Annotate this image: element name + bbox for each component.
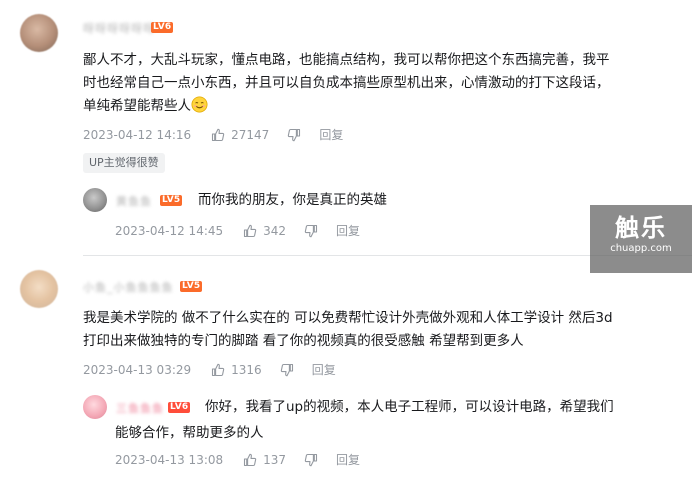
comment-text-line: 我是美术学院的 做不了什么实在的 可以免费帮忙设计外壳做外观和人体工学设计 然后… xyxy=(83,310,613,326)
comment-text-line: 鄙人不才，大乱斗玩家，懂点电路，也能搞点结构，我可以帮你把这个东西搞完善，我平 xyxy=(83,52,610,68)
comment-username[interactable]: 小鱼_小鱼鱼鱼鱼 xyxy=(83,279,174,295)
thumbs-up-icon[interactable] xyxy=(211,363,225,377)
thumbs-down-icon[interactable] xyxy=(287,128,301,142)
level-badge: LV6 xyxy=(151,22,174,33)
reply-avatar[interactable] xyxy=(83,395,107,419)
comment-username[interactable]: 呀呀呀呀呀呀 xyxy=(83,20,155,36)
like-count: 342 xyxy=(263,223,287,238)
reply-date: 2023-04-13 13:08 xyxy=(115,452,224,467)
like-count: 27147 xyxy=(231,127,270,142)
comment-date: 2023-04-12 14:16 xyxy=(83,127,192,142)
level-badge: LV5 xyxy=(160,195,183,206)
comment-text: 我是美术学院的 做不了什么实在的 可以免费帮忙设计外壳做外观和人体工学设计 然后… xyxy=(83,307,613,353)
reply-username[interactable]: 黄鱼鱼 xyxy=(116,193,152,209)
reply-meta: 2023-04-13 13:08 137 回复 xyxy=(115,451,360,468)
thumbs-down-icon[interactable] xyxy=(280,363,294,377)
level-badge: LV5 xyxy=(180,281,203,292)
site-watermark: 触乐 chuapp.com xyxy=(590,205,692,273)
comment-meta: 2023-04-12 14:16 27147 回复 xyxy=(83,126,343,143)
thumbs-down-icon[interactable] xyxy=(304,453,318,467)
comment-meta: 2023-04-13 03:29 1316 回复 xyxy=(83,361,336,378)
like-count: 1316 xyxy=(231,362,262,377)
comment-text-line: 打印出来做独特的专门的脚踏 看了你的视频真的很受感触 希望帮到更多人 xyxy=(83,333,524,349)
reply-date: 2023-04-12 14:45 xyxy=(115,223,224,238)
comment-section: 呀呀呀呀呀呀 LV6 鄙人不才，大乱斗玩家，懂点电路，也能搞点结构，我可以帮你把… xyxy=(0,0,692,479)
like-count: 137 xyxy=(263,452,287,467)
reply-text: 你好，我看了up的视频，本人电子工程师，可以设计电路，希望我们 xyxy=(205,399,614,415)
thumbs-down-icon[interactable] xyxy=(304,224,318,238)
comment-text-line: 单纯希望能帮些人 xyxy=(83,95,610,118)
reply-button[interactable]: 回复 xyxy=(336,451,360,468)
reply-button[interactable]: 回复 xyxy=(319,126,343,143)
comment-date: 2023-04-13 03:29 xyxy=(83,362,192,377)
reply-text: 而你我的朋友，你是真正的英雄 xyxy=(198,192,387,208)
watermark-domain: chuapp.com xyxy=(610,243,672,254)
avatar[interactable] xyxy=(20,270,58,308)
avatar[interactable] xyxy=(20,14,58,52)
thumbs-up-icon[interactable] xyxy=(243,224,257,238)
watermark-logo-text: 触乐 xyxy=(615,214,667,242)
smile-emoji-icon xyxy=(191,96,208,113)
reply-username[interactable]: 三鱼鱼鱼 xyxy=(116,400,164,416)
reply-button[interactable]: 回复 xyxy=(336,222,360,239)
reply-meta: 2023-04-12 14:45 342 回复 xyxy=(115,222,360,239)
reply-text: 能够合作，帮助更多的人 xyxy=(115,425,264,441)
comment-text-line: 时也经常自己一点小东西，并且可以自负成本搞些原型机出来，心情激动的打下这段话， xyxy=(83,75,610,91)
comment-text: 鄙人不才，大乱斗玩家，懂点电路，也能搞点结构，我可以帮你把这个东西搞完善，我平 … xyxy=(83,49,610,118)
level-badge: LV6 xyxy=(168,402,191,413)
reply-button[interactable]: 回复 xyxy=(312,361,336,378)
up-liked-tag: UP主觉得很赞 xyxy=(83,153,165,173)
thumbs-up-icon[interactable] xyxy=(211,128,225,142)
reply-avatar[interactable] xyxy=(83,188,107,212)
thumbs-up-icon[interactable] xyxy=(243,453,257,467)
